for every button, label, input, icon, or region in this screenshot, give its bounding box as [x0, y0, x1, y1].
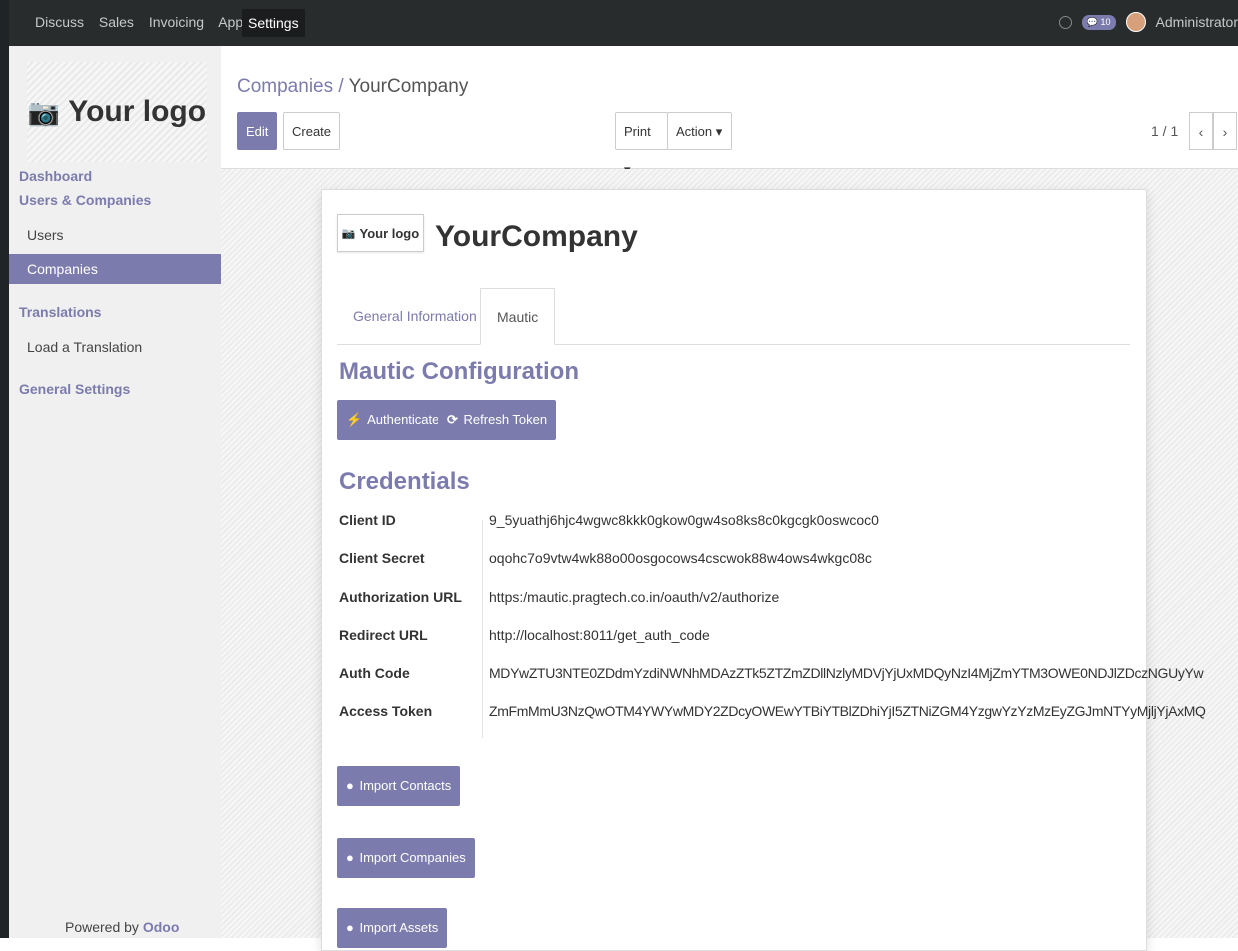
refresh-token-button[interactable]: ⟳ Refresh Token [438, 400, 557, 440]
sidebar: 📷 Your logo Dashboard Users & Companies … [9, 46, 222, 938]
import-companies-label: Import Companies [359, 850, 466, 865]
edit-button[interactable]: Edit [237, 112, 278, 150]
powered-prefix: Powered by [65, 919, 139, 935]
menu-sales[interactable]: Sales [99, 14, 134, 30]
refresh-icon: ⟳ [447, 412, 458, 427]
control-panel: Companies / YourCompany Edit Create Prin… [221, 46, 1238, 177]
sidebar-section-dashboard[interactable]: Dashboard [19, 168, 92, 184]
pager-next-icon[interactable]: › [1213, 112, 1237, 150]
sidebar-section-translations[interactable]: Translations [19, 304, 101, 320]
pager-previous-icon[interactable]: ‹ [1189, 112, 1213, 150]
menu-discuss[interactable]: Discuss [35, 14, 84, 30]
messages-badge[interactable]: 💬 10 [1081, 14, 1116, 30]
menu-settings[interactable]: Settings [242, 9, 305, 37]
user-menu[interactable]: Administrator [1156, 14, 1238, 30]
company-logo-field[interactable]: 📷 Your logo [337, 214, 424, 252]
sidebar-item-users[interactable]: Users [9, 220, 221, 250]
company-name: YourCompany [435, 220, 638, 253]
sidebar-section-general-settings[interactable]: General Settings [19, 381, 130, 397]
import-assets-label: Import Assets [359, 920, 439, 935]
small-logo-text: Your logo [359, 225, 420, 241]
import-companies-button[interactable]: ● Import Companies [337, 838, 475, 878]
circle-arrow-icon: ● [346, 920, 354, 935]
field-label: Redirect URL [339, 627, 428, 643]
field-row-authorization-url: Authorization URL https:/mautic.pragtech… [339, 589, 1159, 627]
menu-invoicing[interactable]: Invoicing [149, 14, 204, 30]
field-row-access-token: Access Token ZmFmMmU3NzQwOTM4YWYwMDY2ZDc… [339, 703, 1206, 741]
breadcrumb: Companies / YourCompany [237, 76, 468, 98]
print-label: Print [624, 124, 651, 139]
field-row-redirect-url: Redirect URL http://localhost:8011/get_a… [339, 627, 1159, 665]
odoo-link[interactable]: Odoo [143, 919, 180, 935]
sidebar-item-load-translation[interactable]: Load a Translation [9, 332, 221, 362]
activity-clock-icon[interactable] [1058, 15, 1072, 29]
field-row-client-secret: Client Secret oqohc7o9vtw4wk88o00osgocow… [339, 550, 1159, 588]
action-dropdown[interactable]: Action ▾ [667, 112, 732, 150]
window-edge [0, 0, 9, 938]
field-label: Client Secret [339, 550, 425, 566]
breadcrumb-current: YourCompany [348, 76, 469, 97]
action-label: Action [676, 124, 713, 139]
pager-value[interactable]: 1 / 1 [1151, 123, 1178, 139]
main-menu: Discuss Sales Invoicing Apps [35, 14, 261, 30]
field-label: Access Token [339, 703, 433, 719]
mautic-config-title: Mautic Configuration [339, 358, 579, 385]
user-avatar[interactable] [1125, 12, 1146, 32]
import-contacts-button[interactable]: ● Import Contacts [337, 766, 461, 806]
create-button[interactable]: Create [283, 112, 341, 150]
camera-icon: 📷 [27, 96, 61, 127]
company-logo[interactable]: 📷 Your logo [27, 62, 207, 162]
caret-down-icon: ▾ [715, 124, 723, 139]
import-assets-button[interactable]: ● Import Assets [337, 908, 448, 948]
import-contacts-label: Import Contacts [359, 778, 452, 793]
field-value: 9_5yuathj6hjc4wgwc8kkk0gkow0gw4so8ks8c0k… [489, 512, 879, 528]
circle-arrow-icon: ● [346, 778, 354, 793]
plug-icon: ⚡ [346, 412, 363, 427]
field-value: ZmFmMmU3NzQwOTM4YWYwMDY2ZDcyOWEwYTBiYTBl… [489, 703, 1206, 719]
field-value: oqohc7o9vtw4wk88o00osgocows4cscwok88w4ow… [489, 550, 872, 566]
form-sheet: 📷 Your logo YourCompany General Informat… [321, 189, 1206, 951]
field-row-auth-code: Auth Code MDYwZTU3NTE0ZDdmYzdiNWNhMDAzZT… [339, 665, 1204, 703]
powered-by: Powered by Odoo [65, 919, 179, 935]
credentials-title: Credentials [339, 468, 470, 495]
breadcrumb-companies[interactable]: Companies [237, 76, 333, 97]
form-view-background: 📷 Your logo YourCompany General Informat… [221, 169, 1238, 951]
sidebar-item-companies[interactable]: Companies [9, 254, 221, 284]
field-row-client-id: Client ID 9_5yuathj6hjc4wgwc8kkk0gkow0gw… [339, 512, 1159, 550]
camera-icon: 📷 [341, 227, 356, 240]
breadcrumb-separator: / [338, 76, 344, 97]
sidebar-section-users-companies[interactable]: Users & Companies [19, 192, 151, 208]
authenticate-label: Authenticate [367, 412, 440, 427]
top-navbar: Discuss Sales Invoicing Apps Settings 💬 … [9, 0, 1238, 46]
field-value: http://localhost:8011/get_auth_code [489, 627, 710, 643]
tab-general-information[interactable]: General Information [337, 288, 493, 345]
authenticate-button[interactable]: ⚡ Authenticate [337, 400, 449, 440]
refresh-label: Refresh Token [463, 412, 548, 427]
field-label: Authorization URL [339, 589, 462, 605]
field-label: Client ID [339, 512, 396, 528]
field-value: MDYwZTU3NTE0ZDdmYzdiNWNhMDAzZTk5ZTZmZDll… [489, 665, 1204, 681]
tab-mautic[interactable]: Mautic [480, 288, 556, 345]
field-value: https:/mautic.pragtech.co.in/oauth/v2/au… [489, 589, 780, 605]
circle-arrow-icon: ● [346, 850, 354, 865]
message-count: 10 [1100, 16, 1111, 27]
field-label: Auth Code [339, 665, 410, 681]
systray: 💬 10 Administrator [1058, 12, 1238, 32]
logo-text: Your logo [68, 95, 207, 128]
print-dropdown[interactable]: Print ▾ [615, 112, 668, 177]
